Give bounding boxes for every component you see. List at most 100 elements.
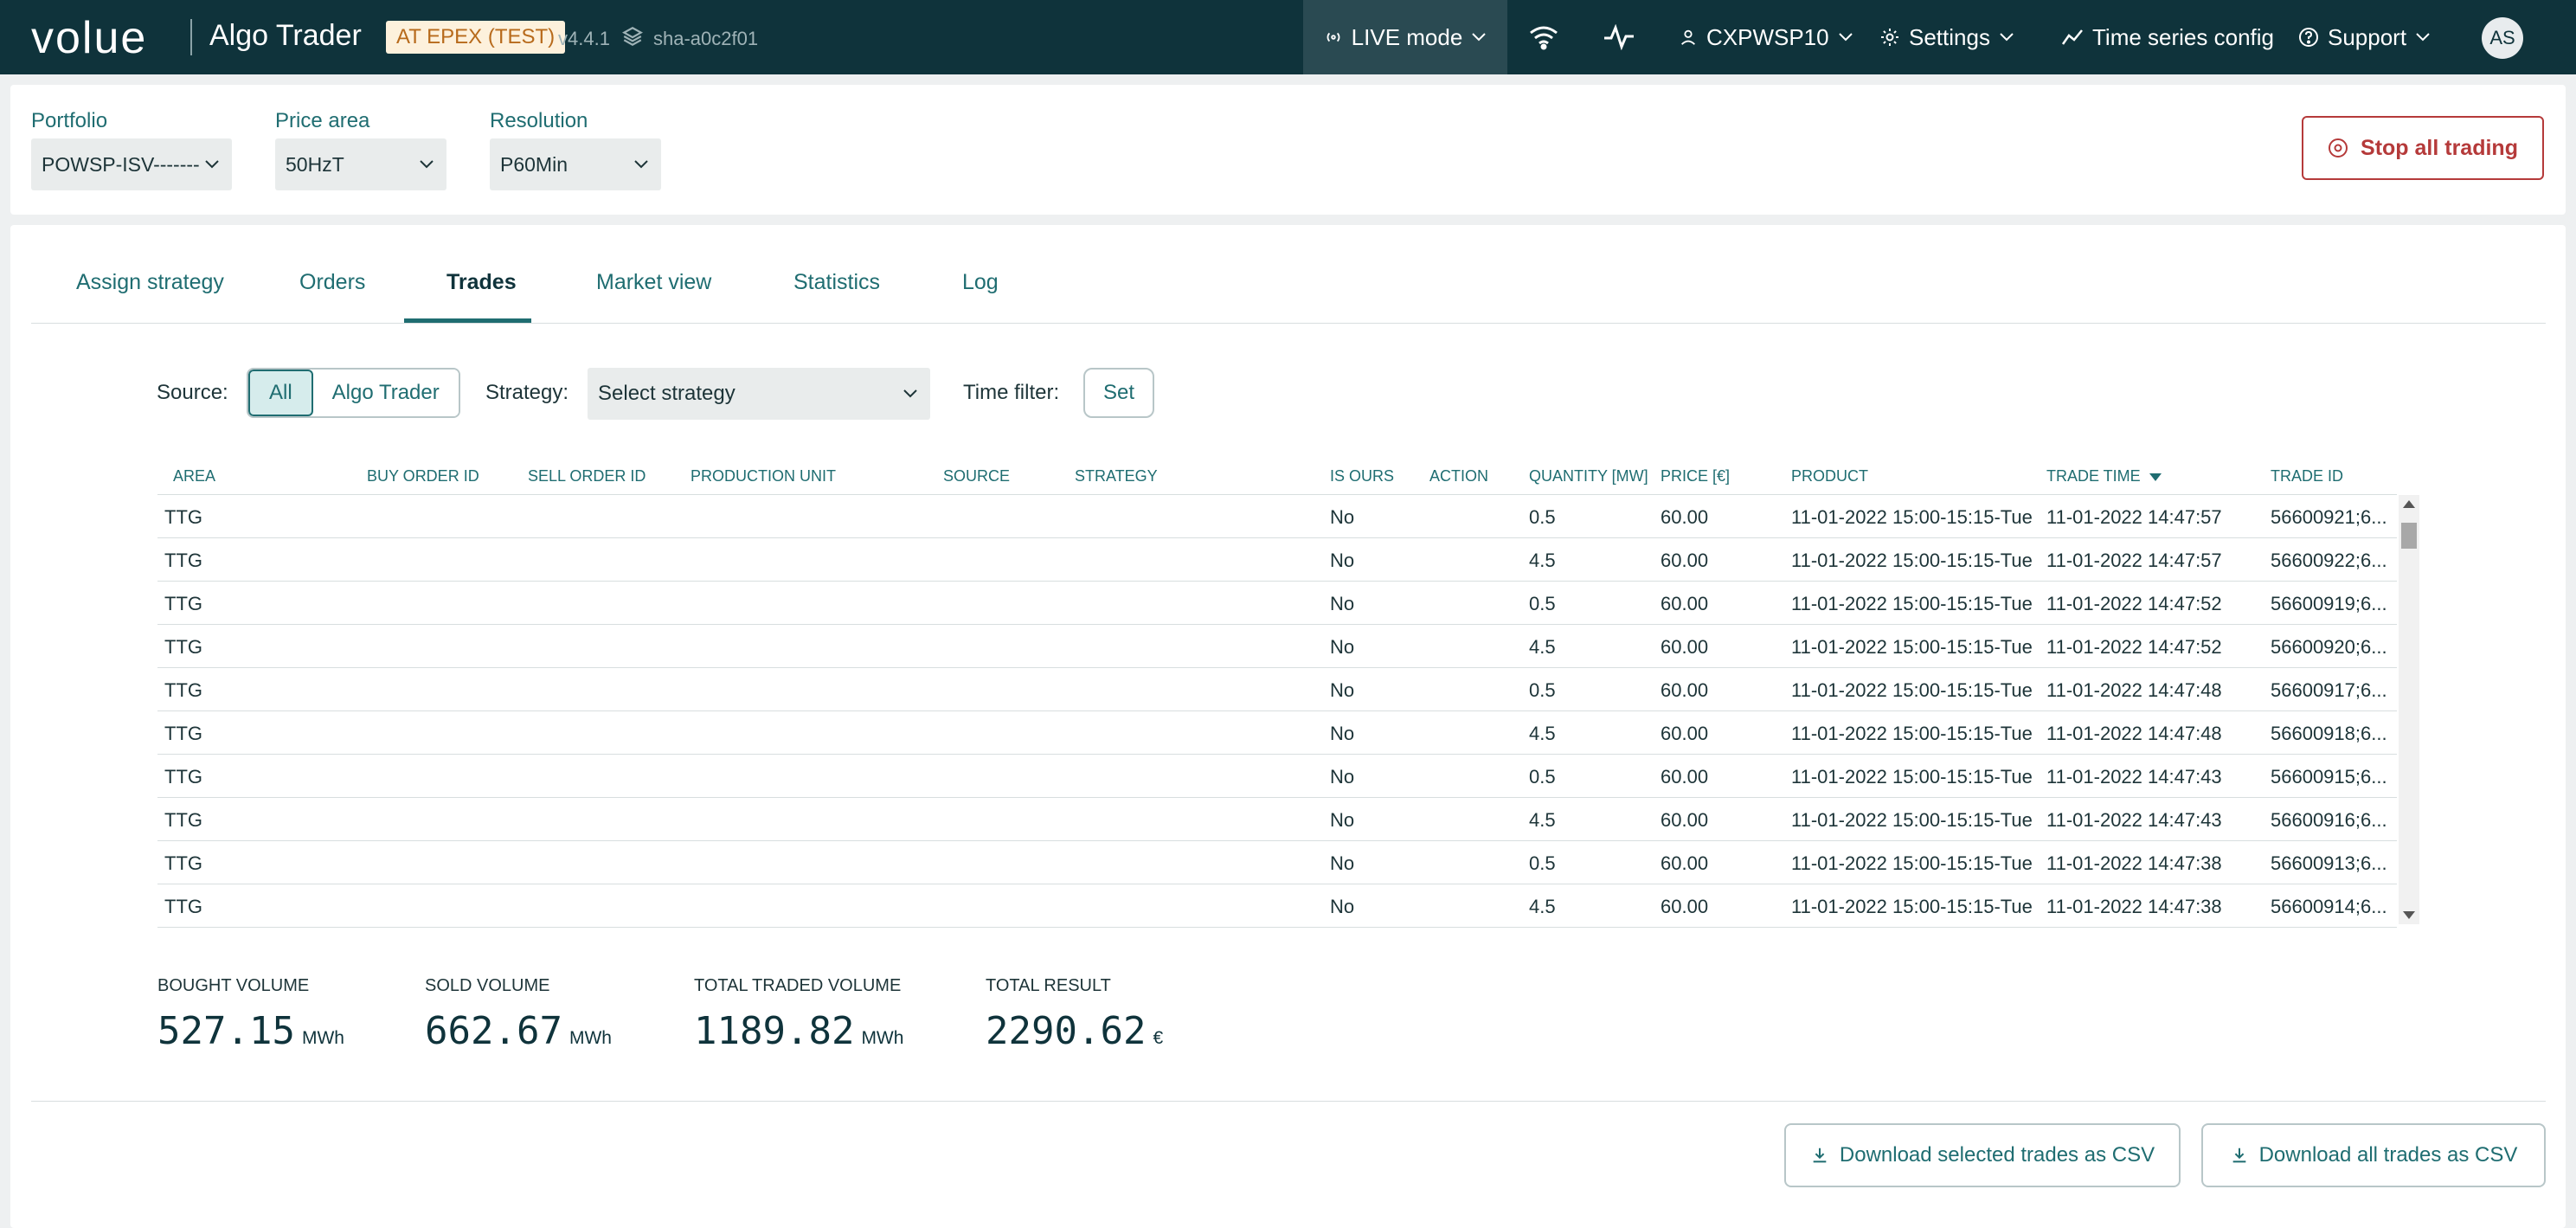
- table-row[interactable]: TTG No 0.5 60.00 11-01-2022 15:00-15:15-Tue 1…: [157, 668, 2397, 711]
- cell-trade-time: 11-01-2022 14:47:57: [2046, 506, 2222, 528]
- settings-dropdown[interactable]: Settings: [1879, 0, 2014, 74]
- bought-volume-value: 527.15 MWh: [157, 1009, 344, 1053]
- strategy-select[interactable]: Select strategy: [588, 368, 930, 420]
- resolution-select[interactable]: P60Min: [490, 138, 661, 190]
- column-header-strategy[interactable]: Strategy: [1075, 467, 1158, 485]
- sha-label: sha-a0c2f01: [653, 28, 759, 49]
- cell-is-ours: No: [1330, 506, 1355, 528]
- tab-trades[interactable]: Trades: [446, 270, 517, 295]
- trend-line-icon: [2061, 29, 2083, 45]
- table-scrollbar[interactable]: [2399, 495, 2419, 924]
- support-dropdown[interactable]: Support: [2298, 0, 2431, 74]
- cell-trade-id: 56600916;6...: [2271, 809, 2387, 831]
- brand-logo[interactable]: volue: [31, 12, 147, 64]
- download-all-trades-button[interactable]: Download all trades as CSV: [2201, 1123, 2546, 1187]
- table-row[interactable]: TTG No 4.5 60.00 11-01-2022 15:00-15:15-Tue 1…: [157, 711, 2397, 755]
- table-row[interactable]: TTG No 0.5 60.00 11-01-2022 15:00-15:15-Tue 1…: [157, 582, 2397, 625]
- cell-quantity: 4.5: [1529, 636, 1556, 658]
- source-algo-trader-button[interactable]: Algo Trader: [312, 370, 459, 416]
- cell-area: TTG: [164, 636, 202, 658]
- column-header-buy-order-id[interactable]: Buy order ID: [367, 467, 479, 485]
- bought-volume-label: Bought volume: [157, 976, 310, 995]
- source-all-button[interactable]: All: [248, 370, 313, 416]
- cell-trade-id: 56600922;6...: [2271, 550, 2387, 571]
- chevron-down-icon: [634, 160, 648, 169]
- cell-product: 11-01-2022 15:00-15:15-Tue: [1791, 766, 2033, 788]
- table-row[interactable]: TTG No 0.5 60.00 11-01-2022 15:00-15:15-Tue 1…: [157, 841, 2397, 884]
- cell-product: 11-01-2022 15:00-15:15-Tue: [1791, 506, 2033, 528]
- cell-area: TTG: [164, 550, 202, 571]
- cell-price: 60.00: [1661, 636, 1709, 658]
- table-row[interactable]: TTG No 4.5 60.00 11-01-2022 15:00-15:15-Tue 1…: [157, 798, 2397, 841]
- help-circle-icon: [2299, 28, 2318, 47]
- cell-trade-id: 56600918;6...: [2271, 723, 2387, 744]
- cell-trade-id: 56600915;6...: [2271, 766, 2387, 788]
- column-header-source[interactable]: Source: [943, 467, 1010, 485]
- portfolio-value: POWSP-ISV-------: [42, 152, 200, 176]
- cell-area: TTG: [164, 896, 202, 917]
- table-row[interactable]: TTG No 4.5 60.00 11-01-2022 15:00-15:15-Tue 1…: [157, 625, 2397, 668]
- app-title: Algo Trader: [209, 19, 362, 52]
- total-traded-volume-number: 1189.82: [694, 1009, 855, 1053]
- table-row[interactable]: TTG No 4.5 60.00 11-01-2022 15:00-15:15-Tue 1…: [157, 538, 2397, 582]
- cell-is-ours: No: [1330, 636, 1355, 658]
- scroll-down-arrow-icon[interactable]: [2403, 911, 2415, 919]
- tab-market-view[interactable]: Market view: [596, 270, 711, 295]
- activity-pulse-icon: [1604, 24, 1634, 50]
- tab-orders[interactable]: Orders: [299, 270, 365, 295]
- chevron-down-icon: [903, 389, 917, 398]
- activity-button[interactable]: [1603, 0, 1635, 74]
- scrollbar-thumb[interactable]: [2401, 523, 2417, 549]
- download-icon: [2232, 1148, 2245, 1163]
- sort-descending-icon: [2149, 473, 2162, 481]
- user-avatar[interactable]: AS: [2482, 17, 2523, 59]
- column-header-trade-id[interactable]: Trade ID: [2271, 467, 2343, 485]
- connection-status-button[interactable]: [1528, 0, 1559, 74]
- stop-all-trading-button[interactable]: Stop all trading: [2302, 116, 2544, 180]
- set-time-filter-button[interactable]: Set: [1083, 368, 1154, 418]
- table-row[interactable]: TTG No 4.5 60.00 11-01-2022 15:00-15:15-Tue 1…: [157, 884, 2397, 928]
- cell-price: 60.00: [1661, 679, 1709, 701]
- column-header-area[interactable]: Area: [173, 467, 215, 485]
- column-header-quantity[interactable]: Quantity [MW]: [1529, 467, 1648, 485]
- filter-panel: Portfolio POWSP-ISV------- Price area 50…: [10, 85, 2566, 215]
- download-selected-label: Download selected trades as CSV: [1839, 1143, 2155, 1167]
- tab-statistics[interactable]: Statistics: [793, 270, 880, 295]
- broadcast-icon: [1327, 32, 1340, 42]
- column-header-trade-time[interactable]: Trade time: [2046, 467, 2162, 485]
- column-header-product[interactable]: Product: [1791, 467, 1868, 485]
- download-selected-trades-button[interactable]: Download selected trades as CSV: [1784, 1123, 2181, 1187]
- cell-price: 60.00: [1661, 766, 1709, 788]
- price-area-select[interactable]: 50HzT: [275, 138, 446, 190]
- wifi-icon: [1530, 26, 1558, 50]
- section-divider: [31, 1101, 2546, 1102]
- portfolio-select[interactable]: POWSP-ISV-------: [31, 138, 232, 190]
- table-row[interactable]: TTG No 0.5 60.00 11-01-2022 15:00-15:15-Tue 1…: [157, 755, 2397, 798]
- column-header-is-ours[interactable]: Is ours: [1330, 467, 1394, 485]
- cell-is-ours: No: [1330, 550, 1355, 571]
- cell-quantity: 0.5: [1529, 852, 1556, 874]
- cell-price: 60.00: [1661, 723, 1709, 744]
- total-traded-volume-value: 1189.82 MWh: [694, 1009, 903, 1053]
- column-header-action[interactable]: Action: [1429, 467, 1488, 485]
- scroll-up-arrow-icon[interactable]: [2403, 500, 2415, 508]
- live-mode-dropdown[interactable]: LIVE mode: [1303, 0, 1507, 74]
- column-header-sell-order-id[interactable]: Sell order ID: [528, 467, 646, 485]
- user-label: CXPWSP10: [1706, 23, 1829, 50]
- sold-volume-number: 662.67: [425, 1009, 562, 1053]
- column-header-production-unit[interactable]: Production unit: [691, 467, 836, 485]
- column-header-price[interactable]: Price [€]: [1661, 467, 1730, 485]
- user-dropdown[interactable]: CXPWSP10: [1679, 0, 1853, 74]
- tab-log[interactable]: Log: [962, 270, 999, 295]
- stop-circle-icon: [2329, 138, 2348, 158]
- trade-time-header-label: Trade time: [2046, 467, 2141, 485]
- time-series-config-link[interactable]: Time series config: [2061, 0, 2274, 74]
- chevron-down-icon: [1838, 33, 1853, 42]
- table-row[interactable]: TTG No 0.5 60.00 11-01-2022 15:00-15:15-Tue 1…: [157, 495, 2397, 538]
- cell-quantity: 0.5: [1529, 679, 1556, 701]
- cell-trade-time: 11-01-2022 14:47:38: [2046, 852, 2222, 874]
- total-result-value: 2290.62 €: [986, 1009, 1163, 1053]
- tab-assign-strategy[interactable]: Assign strategy: [76, 270, 224, 295]
- cell-product: 11-01-2022 15:00-15:15-Tue: [1791, 896, 2033, 917]
- environment-badge: AT EPEX (TEST): [386, 21, 566, 54]
